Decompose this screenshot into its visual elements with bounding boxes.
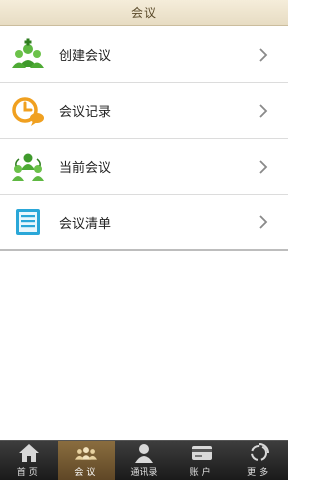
tab-more[interactable]: 更多 [230,441,288,480]
meeting-list-icon [11,205,45,239]
tab-label: 账户 [189,468,214,478]
menu-item-meeting-record[interactable]: 会议记录 [0,83,288,139]
menu-item-label: 会议清单 [59,216,112,232]
tab-label: 更多 [247,468,272,478]
account-icon [191,442,213,464]
menu-item-label: 创建会议 [59,49,112,64]
tab-label: 通讯录 [130,468,158,478]
chevron-right-icon [256,159,270,174]
create-meeting-icon [11,38,45,72]
title-bar: 会议 [0,0,288,26]
menu-item-label: 会议记录 [59,105,112,120]
meeting-record-icon [11,94,45,128]
bottom-tab-bar: 首页 会议 通讯录 账户 更多 [0,440,288,480]
tab-account[interactable]: 账户 [173,441,231,480]
more-icon [248,442,270,464]
meeting-icon [75,442,98,464]
chevron-right-icon [256,215,270,229]
current-meeting-icon [11,150,45,184]
menu-item-label: 当前会议 [59,161,112,176]
tab-meeting[interactable]: 会议 [57,441,116,480]
page-title: 会议 [130,6,157,20]
tab-home[interactable]: 首页 [0,441,58,480]
menu-item-meeting-list[interactable]: 会议清单 [0,195,288,251]
tab-contacts[interactable]: 通讯录 [115,441,173,480]
tab-label: 会议 [74,468,99,478]
tab-label: 首页 [16,468,41,478]
menu-item-current-meeting[interactable]: 当前会议 [0,139,288,195]
chevron-right-icon [256,47,270,62]
home-icon [18,442,40,464]
contacts-icon [133,442,155,464]
menu-item-create-meeting[interactable]: 创建会议 [0,27,288,83]
meeting-menu: 创建会议 会议记录 当前会议 会议清单 [0,27,288,251]
chevron-right-icon [256,103,270,118]
